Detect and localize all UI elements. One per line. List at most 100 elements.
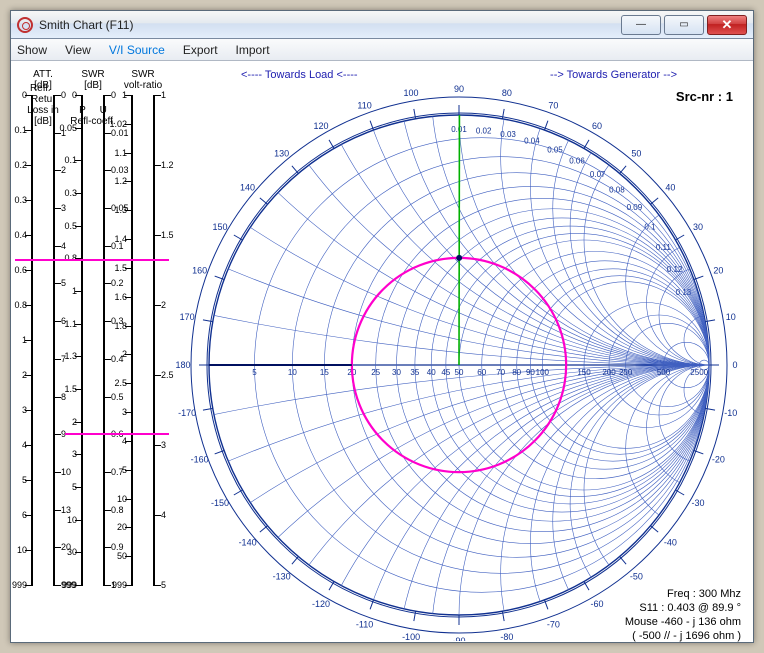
readout-s11: S11 : 0.403 @ 89.9 ° <box>625 601 741 615</box>
svg-text:140: 140 <box>240 183 255 193</box>
tick-label: 1.5 <box>107 263 127 273</box>
tick-label: 3 <box>107 407 127 417</box>
tick-label: 0.3 <box>11 195 27 205</box>
tick-label: 1.6 <box>107 292 127 302</box>
titlebar[interactable]: Smith Chart (F11) — ▭ ✕ <box>11 11 753 39</box>
svg-text:40: 40 <box>427 368 436 377</box>
svg-text:10: 10 <box>726 312 736 322</box>
svg-text:10: 10 <box>288 368 297 377</box>
menu-vi-source[interactable]: V/I Source <box>109 43 165 57</box>
tick-label: 4 <box>107 436 127 446</box>
readout-panel: Freq : 300 Mhz S11 : 0.403 @ 89.9 ° Mous… <box>625 587 741 642</box>
tick-label: 0.5 <box>111 392 124 402</box>
svg-text:160: 160 <box>192 266 207 276</box>
svg-text:-110: -110 <box>356 619 373 629</box>
svg-text:500: 500 <box>657 368 671 377</box>
tick-label: 10 <box>57 515 77 525</box>
tick-label: 2 <box>107 349 127 359</box>
svg-text:-160: -160 <box>191 454 209 464</box>
svg-text:-120: -120 <box>312 599 330 609</box>
scales-panel: ATT.[dB] 00.10.20.30.40.60.8123456109990… <box>19 69 169 639</box>
svg-text:180: 180 <box>175 360 190 370</box>
close-button[interactable]: ✕ <box>707 15 747 35</box>
svg-text:200: 200 <box>602 368 616 377</box>
svg-text:50: 50 <box>631 149 641 159</box>
tick-label: 0.6 <box>11 265 27 275</box>
tick-label: 999 <box>57 580 77 590</box>
tick-label: 2.5 <box>107 378 127 388</box>
svg-text:-140: -140 <box>239 537 257 547</box>
tick-label: 4 <box>61 241 66 251</box>
menu-show[interactable]: Show <box>17 43 47 57</box>
content-area: ATT.[dB] 00.10.20.30.40.60.8123456109990… <box>11 61 753 642</box>
svg-text:100: 100 <box>536 368 550 377</box>
swr-foot-right: U <box>100 105 107 116</box>
u-hdr1: SWR <box>131 69 154 80</box>
svg-text:-100: -100 <box>402 632 420 641</box>
svg-text:0.04: 0.04 <box>524 137 540 146</box>
scale-volt-ratio: SWRvolt-ratio 11.021.11.21.31.41.51.61.8… <box>119 69 167 91</box>
smith-chart-area[interactable]: <---- Towards Load <---- --> Towards Gen… <box>171 65 747 641</box>
src-value: 1 <box>726 89 733 104</box>
tick-label: 1 <box>57 286 77 296</box>
readout-freq: Freq : 300 Mhz <box>625 587 741 601</box>
tick-label: 0.2 <box>11 160 27 170</box>
app-window: Smith Chart (F11) — ▭ ✕ Show View V/I So… <box>10 10 754 643</box>
svg-text:45: 45 <box>441 368 450 377</box>
svg-text:-70: -70 <box>547 619 560 629</box>
svg-text:-130: -130 <box>273 571 291 581</box>
svg-text:120: 120 <box>313 121 328 131</box>
tick-label: 999 <box>11 580 27 590</box>
u-bar-right <box>153 95 155 585</box>
svg-text:-20: -20 <box>712 454 725 464</box>
tick-label: 10 <box>107 494 127 504</box>
svg-text:70: 70 <box>548 101 558 111</box>
tick-label: 1.1 <box>57 319 77 329</box>
tick-label: 1.3 <box>57 351 77 361</box>
svg-text:130: 130 <box>274 149 289 159</box>
svg-text:30: 30 <box>693 222 703 232</box>
maximize-button[interactable]: ▭ <box>664 15 704 35</box>
tick-label: 50 <box>107 551 127 561</box>
svg-text:150: 150 <box>577 368 591 377</box>
swr-hdr1: SWR <box>81 69 104 80</box>
svg-text:0.02: 0.02 <box>476 126 492 135</box>
menu-view[interactable]: View <box>65 43 91 57</box>
minimize-button[interactable]: — <box>621 15 661 35</box>
tick-label: 10 <box>11 545 27 555</box>
tick-label: 4 <box>161 510 166 520</box>
svg-text:2500: 2500 <box>690 368 708 377</box>
tick-label: 1.8 <box>107 321 127 331</box>
att-bar-right <box>53 95 55 585</box>
tick-label: 3 <box>61 203 66 213</box>
att-hdr1: ATT. <box>33 69 53 80</box>
marker-u-bot <box>119 433 169 435</box>
tick-label: 0.03 <box>111 165 129 175</box>
menu-export[interactable]: Export <box>183 43 218 57</box>
svg-text:50: 50 <box>455 368 464 377</box>
tick-label: 20 <box>107 522 127 532</box>
tick-label: 1 <box>161 90 166 100</box>
tick-label: 0.1 <box>57 155 77 165</box>
tick-label: 0.01 <box>111 128 129 138</box>
svg-text:0.12: 0.12 <box>667 265 683 274</box>
tick-label: 1.2 <box>107 176 127 186</box>
label-towards-load: <---- Towards Load <---- <box>241 69 358 81</box>
tick-label: 2 <box>161 300 166 310</box>
tick-label: 1.1 <box>107 148 127 158</box>
label-towards-gen: --> Towards Generator --> <box>550 69 677 81</box>
tick-label: 0.3 <box>57 188 77 198</box>
att-foot-right: Retu. <box>31 94 55 105</box>
svg-text:20: 20 <box>713 266 723 276</box>
src-nr-label: Src-nr : 1 <box>676 89 733 104</box>
svg-text:-80: -80 <box>500 632 513 641</box>
tick-label: 999 <box>107 580 127 590</box>
svg-text:-150: -150 <box>211 498 229 508</box>
tick-label: 5 <box>11 475 27 485</box>
svg-text:100: 100 <box>404 88 419 98</box>
tick-label: 4 <box>11 440 27 450</box>
att-foot: Loss in [dB] <box>27 105 59 127</box>
menu-import[interactable]: Import <box>236 43 270 57</box>
svg-text:-170: -170 <box>178 408 196 418</box>
marker-att-swr <box>15 259 119 261</box>
